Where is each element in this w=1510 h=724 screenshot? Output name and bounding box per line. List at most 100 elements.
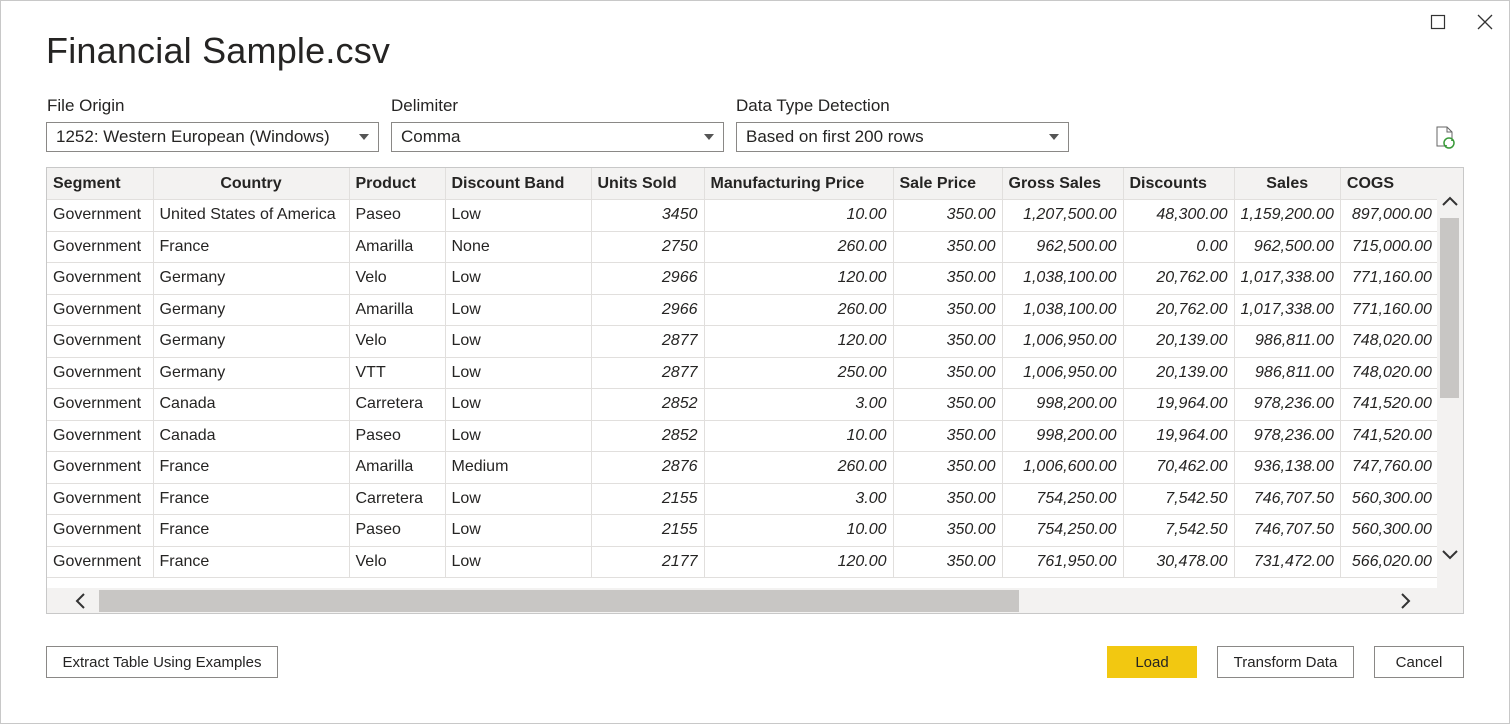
table-cell: 2966 [591,262,705,295]
table-cell: None [445,231,592,263]
scroll-up-icon[interactable] [1439,190,1461,212]
table-cell: 1,159,200.00 [1234,199,1341,232]
data-type-detection-select[interactable]: Based on first 200 rows [736,122,1069,152]
table-row: Government United States of America Paseo L… [47,199,1439,232]
table-cell: 19,964.00 [1123,388,1235,421]
chevron-down-icon [359,134,369,140]
column-header[interactable]: Segment [47,168,154,200]
table-cell: Germany [153,357,350,389]
horizontal-scroll-thumb[interactable] [99,590,1019,612]
table-cell: 350.00 [893,294,1003,326]
table-cell: Low [445,325,592,358]
table-cell: 7,542.50 [1123,483,1235,515]
table-cell: Low [445,483,592,515]
table-cell: 754,250.00 [1002,514,1124,547]
table-cell: 897,000.00 [1340,199,1439,232]
table-cell: 350.00 [893,231,1003,263]
table-cell: Government [47,451,154,484]
file-origin-select[interactable]: 1252: Western European (Windows) [46,122,379,152]
table-cell: 1,038,100.00 [1002,262,1124,295]
table-cell: Amarilla [349,294,446,326]
maximize-icon[interactable] [1424,8,1452,36]
vertical-scroll-thumb[interactable] [1440,218,1459,398]
data-type-detection-value: Based on first 200 rows [746,127,924,146]
table-cell: 260.00 [704,451,894,484]
column-header[interactable]: COGS [1340,168,1439,200]
table-cell: 747,760.00 [1340,451,1439,484]
transform-data-button[interactable]: Transform Data [1217,646,1354,678]
table-cell: 1,006,950.00 [1002,357,1124,389]
file-origin-value: 1252: Western European (Windows) [56,127,330,146]
column-header[interactable]: Country [153,168,350,200]
table-cell: Germany [153,294,350,326]
close-icon[interactable] [1471,8,1499,36]
table-row: Government Germany VTT Low 2877 250.00 350.00 1… [47,357,1439,389]
cancel-button[interactable]: Cancel [1374,646,1464,678]
column-header[interactable]: Product [349,168,446,200]
delimiter-label: Delimiter [391,96,459,115]
table-cell: 10.00 [704,420,894,452]
delimiter-select[interactable]: Comma [391,122,724,152]
scroll-right-icon[interactable] [1395,590,1417,612]
table-cell: Carretera [349,483,446,515]
preview-table: Segment Country Product Discount Band Un… [47,168,1439,578]
table-cell: 7,542.50 [1123,514,1235,547]
data-type-detection-label: Data Type Detection [736,96,890,115]
refresh-preview-icon[interactable] [1434,126,1460,157]
table-cell: Government [47,388,154,421]
column-header[interactable]: Sales [1234,168,1341,200]
table-cell: France [153,483,350,515]
table-cell: Velo [349,325,446,358]
column-header[interactable]: Discount Band [445,168,592,200]
table-cell: 48,300.00 [1123,199,1235,232]
table-cell: 70,462.00 [1123,451,1235,484]
table-cell: Canada [153,388,350,421]
table-cell: 2852 [591,420,705,452]
scroll-left-icon[interactable] [69,590,91,612]
table-cell: 746,707.50 [1234,483,1341,515]
table-cell: 746,707.50 [1234,514,1341,547]
table-cell: 978,236.00 [1234,388,1341,421]
table-cell: 250.00 [704,357,894,389]
table-cell: 10.00 [704,199,894,232]
file-origin-label: File Origin [47,96,125,115]
table-cell: 20,139.00 [1123,325,1235,358]
load-button[interactable]: Load [1107,646,1197,678]
table-cell: 936,138.00 [1234,451,1341,484]
header-row: Segment Country Product Discount Band Un… [47,168,1439,200]
table-cell: 2750 [591,231,705,263]
table-cell: 998,200.00 [1002,388,1124,421]
table-cell: 754,250.00 [1002,483,1124,515]
table-row: Government Canada Carretera Low 2852 3.00 350.… [47,388,1439,421]
table-cell: France [153,514,350,547]
table-cell: 741,520.00 [1340,420,1439,452]
column-header[interactable]: Manufacturing Price [704,168,894,200]
table-cell: 0.00 [1123,231,1235,263]
table-cell: 741,520.00 [1340,388,1439,421]
table-cell: 2966 [591,294,705,326]
table-cell: 350.00 [893,451,1003,484]
table-cell: 748,020.00 [1340,325,1439,358]
table-cell: 350.00 [893,357,1003,389]
table-cell: 962,500.00 [1002,231,1124,263]
table-cell: 1,017,338.00 [1234,294,1341,326]
table-cell: Government [47,357,154,389]
table-cell: 731,472.00 [1234,546,1341,578]
scroll-down-icon[interactable] [1439,544,1461,566]
table-cell: 560,300.00 [1340,483,1439,515]
column-header[interactable]: Discounts [1123,168,1235,200]
table-cell: Paseo [349,199,446,232]
table-cell: Low [445,262,592,295]
column-header[interactable]: Units Sold [591,168,705,200]
column-header[interactable]: Gross Sales [1002,168,1124,200]
table-cell: 350.00 [893,199,1003,232]
table-row: Government Germany Velo Low 2877 120.00 350.00… [47,325,1439,358]
table-cell: Velo [349,546,446,578]
column-header[interactable]: Sale Price [893,168,1003,200]
table-cell: 350.00 [893,262,1003,295]
table-cell: 1,006,950.00 [1002,325,1124,358]
extract-table-button[interactable]: Extract Table Using Examples [46,646,278,678]
table-cell: 120.00 [704,325,894,358]
table-cell: 1,038,100.00 [1002,294,1124,326]
delimiter-value: Comma [401,127,461,146]
